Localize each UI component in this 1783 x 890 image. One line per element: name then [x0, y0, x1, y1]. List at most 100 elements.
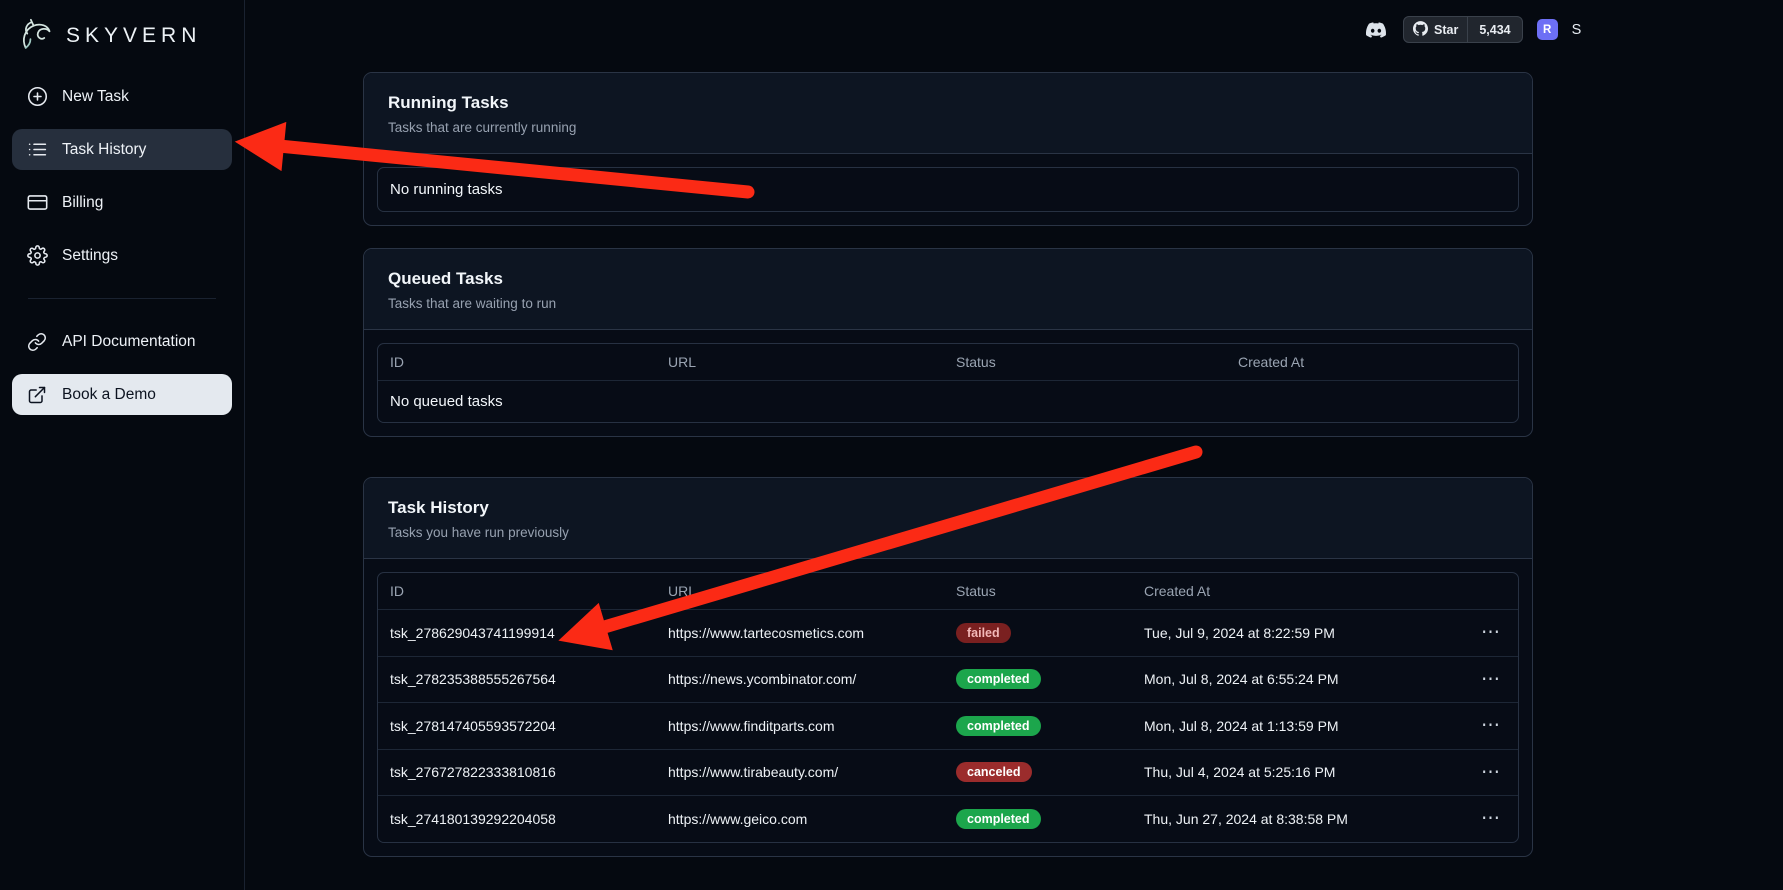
ellipsis-icon: ⋯ [1481, 808, 1500, 829]
task-created-at: Mon, Jul 8, 2024 at 1:13:59 PM [1144, 718, 1458, 734]
status-badge: completed [956, 669, 1041, 689]
row-actions-button[interactable]: ⋯ [1475, 621, 1506, 644]
column-header-created-at: Created At [1144, 583, 1458, 599]
link-icon [26, 331, 48, 353]
task-status-cell: completed [956, 716, 1144, 736]
empty-state-text: No queued tasks [378, 380, 1518, 422]
queued-tasks-table: ID URL Status Created At No queued tasks [377, 343, 1519, 423]
github-star-widget[interactable]: Star 5,434 [1403, 16, 1523, 43]
task-id: tsk_278235388555267564 [390, 671, 668, 687]
task-history-card: Task History Tasks you have run previous… [363, 477, 1533, 857]
ellipsis-icon: ⋯ [1481, 669, 1500, 690]
sidebar-item-api-documentation[interactable]: API Documentation [12, 321, 232, 362]
task-url: https://news.ycombinator.com/ [668, 671, 956, 687]
card-title: Task History [388, 498, 1508, 518]
table-header-row: ID URL Status Created At [378, 344, 1518, 380]
table-row[interactable]: tsk_274180139292204058 https://www.geico… [378, 795, 1518, 842]
brand-name: SKYVERN [66, 24, 201, 48]
status-badge: completed [956, 809, 1041, 829]
column-header-created-at: Created At [1238, 354, 1506, 370]
column-header-id: ID [390, 583, 668, 599]
app-window: SKYVERN New Task Task History Billing [0, 0, 1783, 890]
card-subtitle: Tasks that are waiting to run [388, 296, 1508, 311]
column-header-id: ID [390, 354, 668, 370]
task-url: https://www.tartecosmetics.com [668, 625, 956, 641]
card-subtitle: Tasks that are currently running [388, 120, 1508, 135]
list-icon [26, 139, 48, 161]
sidebar-item-book-a-demo[interactable]: Book a Demo [12, 374, 232, 415]
task-status-cell: completed [956, 809, 1144, 829]
sidebar-item-settings[interactable]: Settings [12, 235, 232, 276]
task-id: tsk_276727822333810816 [390, 764, 668, 780]
running-tasks-table: No running tasks [377, 167, 1519, 212]
status-badge: canceled [956, 762, 1032, 782]
ellipsis-icon: ⋯ [1481, 715, 1500, 736]
task-created-at: Tue, Jul 9, 2024 at 8:22:59 PM [1144, 625, 1458, 641]
task-created-at: Thu, Jul 4, 2024 at 5:25:16 PM [1144, 764, 1458, 780]
sidebar-item-billing[interactable]: Billing [12, 182, 232, 223]
card-title: Queued Tasks [388, 269, 1508, 289]
ellipsis-icon: ⋯ [1481, 622, 1500, 643]
column-header-status: Status [956, 354, 1238, 370]
queued-tasks-body: ID URL Status Created At No queued tasks [364, 330, 1532, 436]
task-url: https://www.geico.com [668, 811, 956, 827]
task-history-body: ID URL Status Created At tsk_27862904374… [364, 559, 1532, 856]
queued-tasks-header: Queued Tasks Tasks that are waiting to r… [364, 249, 1532, 330]
row-actions-button[interactable]: ⋯ [1475, 761, 1506, 784]
discord-icon[interactable] [1362, 19, 1389, 41]
task-status-cell: completed [956, 669, 1144, 689]
card-subtitle: Tasks you have run previously [388, 525, 1508, 540]
column-header-url: URL [668, 354, 956, 370]
topbar: Star 5,434 R S [1362, 16, 1581, 43]
sidebar-item-label: Billing [62, 194, 103, 212]
status-badge: failed [956, 623, 1011, 643]
sidebar: SKYVERN New Task Task History Billing [0, 0, 245, 890]
github-icon [1413, 21, 1428, 39]
external-link-icon [26, 384, 48, 406]
empty-state-text: No running tasks [378, 168, 1518, 211]
sidebar-item-label: New Task [62, 88, 129, 106]
task-history-header: Task History Tasks you have run previous… [364, 478, 1532, 559]
sidebar-item-new-task[interactable]: New Task [12, 76, 232, 117]
sidebar-item-label: Settings [62, 247, 118, 265]
task-created-at: Mon, Jul 8, 2024 at 6:55:24 PM [1144, 671, 1458, 687]
sidebar-item-task-history[interactable]: Task History [12, 129, 232, 170]
user-name-partial: S [1572, 22, 1582, 38]
avatar[interactable]: R [1537, 19, 1558, 40]
table-row[interactable]: tsk_278147405593572204 https://www.findi… [378, 702, 1518, 749]
table-row[interactable]: tsk_276727822333810816 https://www.tirab… [378, 749, 1518, 796]
task-id: tsk_278629043741199914 [390, 625, 668, 641]
task-created-at: Thu, Jun 27, 2024 at 8:38:58 PM [1144, 811, 1458, 827]
task-status-cell: failed [956, 623, 1144, 643]
running-tasks-body: No running tasks [364, 154, 1532, 225]
column-header-status: Status [956, 583, 1144, 599]
sidebar-item-label: Book a Demo [62, 386, 156, 404]
ellipsis-icon: ⋯ [1481, 762, 1500, 783]
card-title: Running Tasks [388, 93, 1508, 113]
sidebar-divider [28, 298, 216, 299]
column-header-url: URL [668, 583, 956, 599]
main-area: Running Tasks Tasks that are currently r… [245, 0, 1783, 890]
sidebar-item-label: Task History [62, 141, 146, 159]
github-star-button[interactable]: Star [1404, 17, 1467, 42]
row-actions-button[interactable]: ⋯ [1475, 807, 1506, 830]
task-url: https://www.finditparts.com [668, 718, 956, 734]
credit-card-icon [26, 192, 48, 214]
queued-tasks-card: Queued Tasks Tasks that are waiting to r… [363, 248, 1533, 437]
sidebar-nav: New Task Task History Billing Settings [0, 72, 244, 419]
github-star-count[interactable]: 5,434 [1467, 17, 1521, 42]
brand-logo: SKYVERN [0, 8, 244, 72]
skyvern-dragon-icon [16, 16, 56, 56]
row-actions-button[interactable]: ⋯ [1475, 668, 1506, 691]
table-row[interactable]: tsk_278235388555267564 https://news.ycom… [378, 656, 1518, 703]
plus-circle-icon [26, 86, 48, 108]
github-star-label: Star [1434, 23, 1458, 37]
running-tasks-header: Running Tasks Tasks that are currently r… [364, 73, 1532, 154]
running-tasks-card: Running Tasks Tasks that are currently r… [363, 72, 1533, 226]
table-header-row: ID URL Status Created At [378, 573, 1518, 609]
task-id: tsk_274180139292204058 [390, 811, 668, 827]
content-column: Running Tasks Tasks that are currently r… [363, 0, 1533, 857]
table-row[interactable]: tsk_278629043741199914 https://www.tarte… [378, 609, 1518, 656]
task-history-table: ID URL Status Created At tsk_27862904374… [377, 572, 1519, 843]
row-actions-button[interactable]: ⋯ [1475, 714, 1506, 737]
